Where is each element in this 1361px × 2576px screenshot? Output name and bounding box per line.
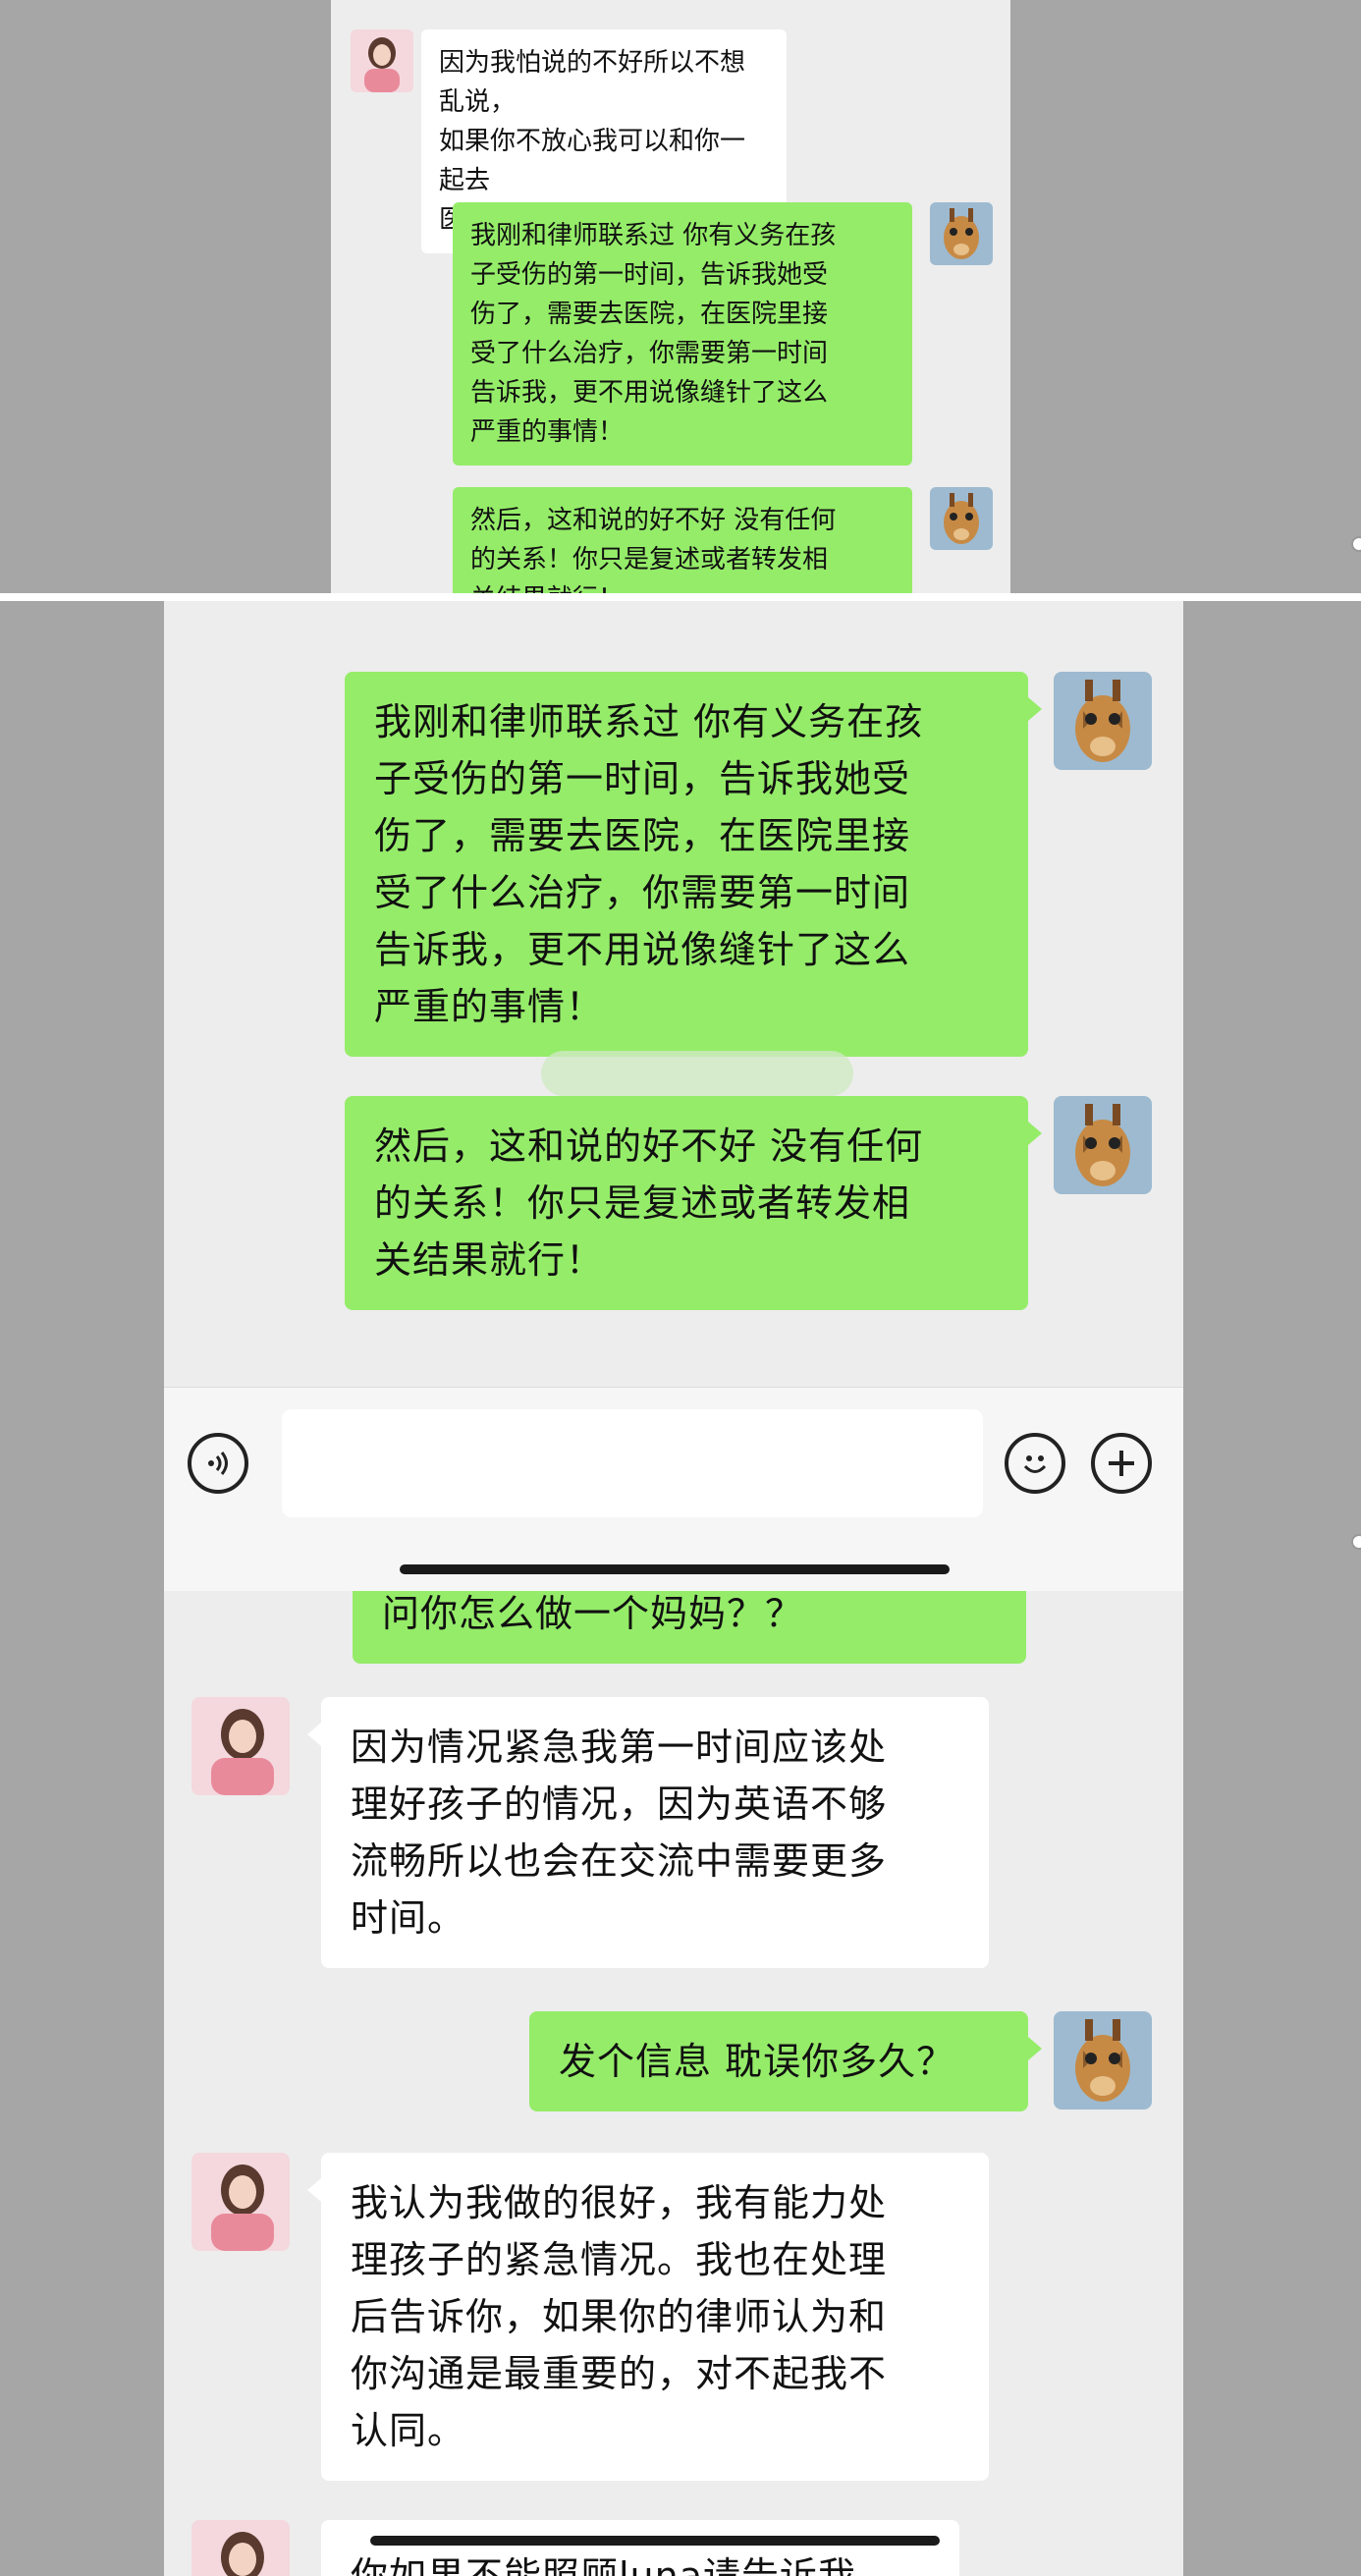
contact-avatar-female[interactable] <box>351 29 413 92</box>
chat-input-toolbar <box>164 1387 1183 1591</box>
contact-avatar-female[interactable] <box>191 2153 290 2251</box>
incoming-message: 因为情况紧急我第一时间应该处 理好孩子的情况，因为英语不够 流畅所以也会在交流中… <box>307 1697 989 1968</box>
voice-icon[interactable] <box>188 1433 248 1494</box>
message-input[interactable] <box>282 1409 983 1517</box>
side-marker <box>1351 536 1361 552</box>
home-indicator[interactable] <box>370 2536 940 2546</box>
user-avatar-giraffe[interactable] <box>1054 672 1152 770</box>
screenshot-divider <box>0 593 1361 601</box>
emoji-icon[interactable] <box>1005 1433 1065 1494</box>
outgoing-message-cut: 问你怎么做一个妈妈？？ <box>353 1591 1026 1664</box>
chat-panel-middle: 我刚和律师联系过 你有义务在孩 子受伤的第一时间，告诉我她受 伤了，需要去医院，… <box>164 601 1183 1591</box>
incoming-message: 我认为我做的很好，我有能力处 理孩子的紧急情况。我也在处理 后告诉你，如果你的律… <box>307 2153 989 2481</box>
user-avatar-giraffe[interactable] <box>1054 2011 1152 2110</box>
blurred-region <box>541 1051 853 1096</box>
side-marker <box>1351 1534 1361 1550</box>
outgoing-message: 我刚和律师联系过 你有义务在孩 子受伤的第一时间，告诉我她受 伤了，需要去医院，… <box>453 202 912 466</box>
outgoing-message: 我刚和律师联系过 你有义务在孩 子受伤的第一时间，告诉我她受 伤了，需要去医院，… <box>345 672 1042 1057</box>
user-avatar-giraffe[interactable] <box>930 202 993 265</box>
outgoing-message: 然后，这和说的好不好 没有任何 的关系！你只是复述或者转发相 关结果就行！ <box>345 1096 1042 1310</box>
outgoing-message: 然后，这和说的好不好 没有任何 的关系！你只是复述或者转发相 关结果就行！ <box>453 487 912 593</box>
user-avatar-giraffe[interactable] <box>1054 1096 1152 1194</box>
contact-avatar-female[interactable] <box>191 1697 290 1795</box>
chat-panel-bottom: 问你怎么做一个妈妈？？ 因为情况紧急我第一时间应该处 理好孩子的情况，因为英语不… <box>164 1591 1183 2576</box>
home-indicator[interactable] <box>400 1564 950 1574</box>
plus-icon[interactable] <box>1091 1433 1152 1494</box>
outgoing-message: 发个信息 耽误你多久？ <box>529 2011 1042 2111</box>
user-avatar-giraffe[interactable] <box>930 487 993 550</box>
incoming-message-cut: 你如果不能照顾luna请告诉我 <box>321 2520 959 2576</box>
contact-avatar-female[interactable] <box>191 2520 290 2576</box>
chat-panel-top: 因为我怕说的不好所以不想乱说， 如果你不放心我可以和你一起去 医院 我刚和律师联… <box>331 0 1010 593</box>
